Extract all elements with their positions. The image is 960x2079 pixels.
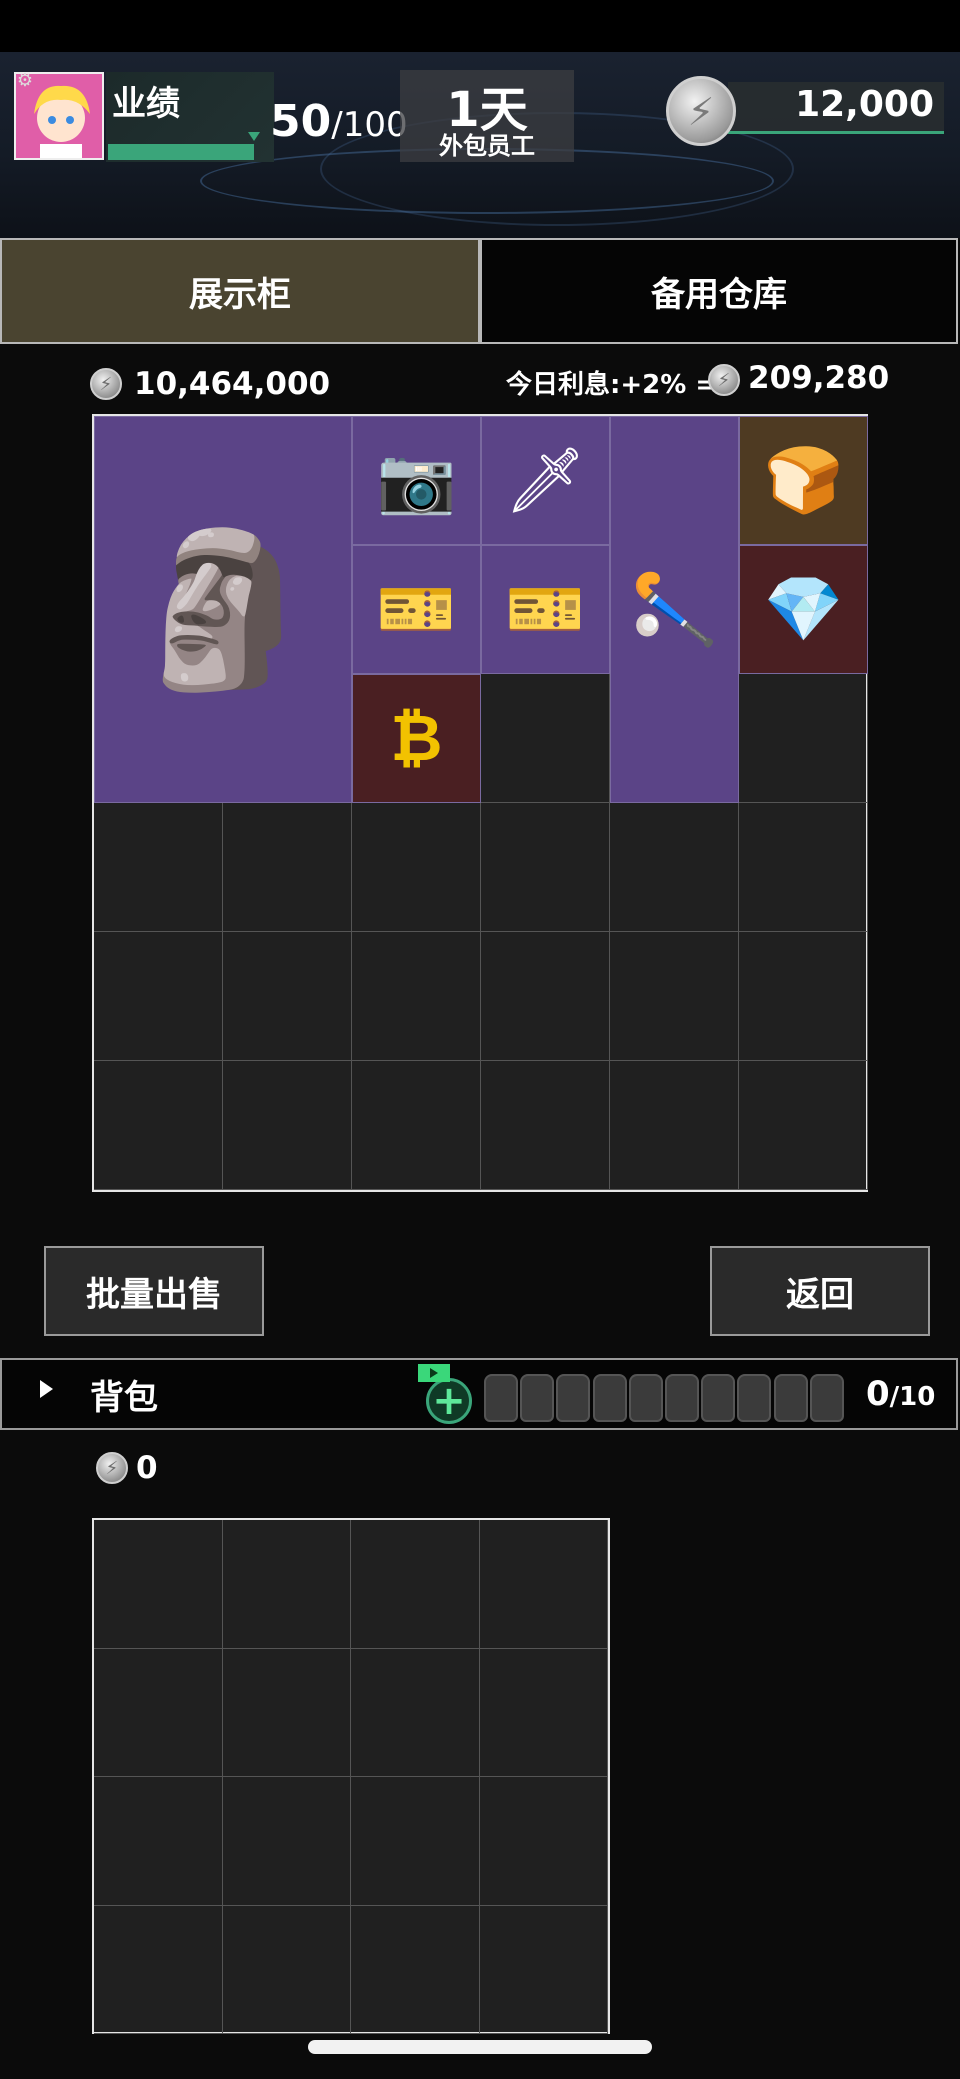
backpack-slot-icon bbox=[520, 1374, 555, 1422]
grid-cell[interactable] bbox=[94, 1777, 223, 1906]
grid-cell[interactable] bbox=[223, 803, 352, 932]
rainbow-crystal-icon: 💎 bbox=[763, 572, 844, 647]
performance-value: 50/100 bbox=[270, 96, 408, 147]
progress-marker-icon bbox=[248, 132, 260, 141]
grid-cell[interactable] bbox=[481, 803, 610, 932]
grid-cell[interactable] bbox=[352, 803, 481, 932]
grid-cell[interactable] bbox=[610, 1061, 739, 1190]
backpack-slot-icon bbox=[809, 1374, 844, 1422]
backpack-slot-icon bbox=[773, 1374, 808, 1422]
backpack-label: 背包 bbox=[90, 1378, 158, 1418]
grid-cell[interactable] bbox=[222, 1648, 351, 1777]
performance-max: /100 bbox=[331, 105, 408, 145]
backpack-slot-icon bbox=[665, 1374, 699, 1422]
showcase-grid: 🗿 📷 🗡 🏑 🍞 🎫 🎫 💎 ₿ bbox=[92, 414, 868, 1192]
grid-cell[interactable] bbox=[223, 932, 352, 1061]
grid-cell[interactable] bbox=[351, 1905, 480, 2034]
golden-staff-icon: 🏑 bbox=[633, 565, 716, 654]
coin-icon: ⚡ bbox=[96, 1452, 128, 1484]
grid-cell[interactable] bbox=[481, 674, 610, 803]
tab-showcase[interactable]: 展示柜 bbox=[0, 238, 480, 344]
grid-cell[interactable] bbox=[739, 1061, 868, 1190]
showcase-total-value: 10,464,000 bbox=[134, 366, 331, 402]
grid-cell[interactable] bbox=[351, 1520, 480, 1649]
gear-icon[interactable]: ⚙ bbox=[14, 70, 36, 92]
grid-cell[interactable] bbox=[739, 803, 868, 932]
grid-cell[interactable] bbox=[351, 1648, 480, 1777]
grid-cell[interactable] bbox=[481, 932, 610, 1061]
item-rainbow-crystal[interactable]: 💎 bbox=[739, 545, 868, 674]
backpack-count: 0/10 bbox=[866, 1374, 935, 1414]
video-ad-icon bbox=[418, 1364, 450, 1382]
backpack-grid bbox=[92, 1518, 610, 2034]
grid-cell[interactable] bbox=[479, 1520, 608, 1649]
music-card-2-icon: 🎫 bbox=[505, 572, 586, 647]
item-gold-bread[interactable]: 🍞 bbox=[739, 416, 868, 545]
grid-cell[interactable] bbox=[479, 1777, 608, 1906]
backpack-slot-icon bbox=[701, 1374, 736, 1422]
backpack-slot-icon bbox=[556, 1374, 591, 1422]
back-button[interactable]: 返回 bbox=[710, 1246, 930, 1336]
camera-scope-icon: 📷 bbox=[376, 443, 457, 518]
home-indicator bbox=[308, 2040, 652, 2054]
backpack-slot-icon bbox=[737, 1374, 772, 1422]
terracotta-warrior-rifle-icon: 🗿 bbox=[129, 522, 317, 697]
grid-cell[interactable] bbox=[94, 932, 223, 1061]
performance-current: 50 bbox=[270, 96, 332, 147]
backpack-value: 0 bbox=[136, 1450, 158, 1486]
grid-cell[interactable] bbox=[222, 1520, 351, 1649]
backpack-count-max: /10 bbox=[889, 1382, 936, 1412]
status-bar bbox=[0, 0, 960, 52]
grid-cell[interactable] bbox=[94, 1905, 223, 2034]
performance-progress-bar bbox=[108, 144, 254, 160]
item-bitcoin[interactable]: ₿ bbox=[352, 674, 481, 803]
employee-type: 外包员工 bbox=[439, 132, 535, 160]
item-golden-staff[interactable]: 🏑 bbox=[610, 416, 739, 803]
grid-cell[interactable] bbox=[222, 1905, 351, 2034]
coin-icon: ⚡ bbox=[666, 76, 736, 146]
grid-cell[interactable] bbox=[610, 932, 739, 1061]
grid-cell[interactable] bbox=[610, 803, 739, 932]
item-camera-scope[interactable]: 📷 bbox=[352, 416, 481, 545]
money-value: 12,000 bbox=[795, 84, 934, 125]
grid-cell[interactable] bbox=[94, 803, 223, 932]
add-slot-button[interactable]: + bbox=[426, 1378, 472, 1424]
coin-icon: ⚡ bbox=[708, 364, 740, 396]
interest-value: 209,280 bbox=[748, 360, 890, 396]
backpack-count-current: 0 bbox=[866, 1374, 890, 1414]
backpack-slot-icon bbox=[592, 1374, 627, 1422]
tab-storage[interactable]: 备用仓库 bbox=[480, 238, 958, 344]
grid-cell[interactable] bbox=[479, 1905, 608, 2034]
gold-bread-icon: 🍞 bbox=[763, 443, 844, 518]
grid-cell[interactable] bbox=[94, 1520, 223, 1649]
item-sword-keychain[interactable]: 🗡 bbox=[481, 416, 610, 545]
performance-label: 业绩 bbox=[112, 84, 180, 124]
grid-cell[interactable] bbox=[479, 1648, 608, 1777]
music-card-1-icon: 🎫 bbox=[376, 572, 457, 647]
grid-cell[interactable] bbox=[352, 932, 481, 1061]
backpack-slot-icon bbox=[628, 1374, 663, 1422]
grid-cell[interactable] bbox=[352, 1061, 481, 1190]
item-terracotta-warrior-rifle[interactable]: 🗿 bbox=[94, 416, 352, 803]
grid-cell[interactable] bbox=[739, 932, 868, 1061]
grid-cell[interactable] bbox=[222, 1777, 351, 1906]
backpack-slot-icon bbox=[484, 1374, 518, 1422]
grid-cell[interactable] bbox=[739, 674, 868, 803]
grid-cell[interactable] bbox=[351, 1777, 480, 1906]
grid-cell[interactable] bbox=[94, 1648, 223, 1777]
grid-cell[interactable] bbox=[481, 1061, 610, 1190]
coin-icon: ⚡ bbox=[90, 368, 122, 400]
grid-cell[interactable] bbox=[223, 1061, 352, 1190]
sword-keychain-icon: 🗡 bbox=[504, 443, 587, 518]
bitcoin-icon: ₿ bbox=[390, 701, 443, 776]
item-music-card-1[interactable]: 🎫 bbox=[352, 545, 481, 674]
item-music-card-2[interactable]: 🎫 bbox=[481, 545, 610, 674]
expand-arrow-icon[interactable] bbox=[40, 1380, 53, 1398]
interest-label: 今日利息:+2% = bbox=[506, 370, 718, 400]
grid-cell[interactable] bbox=[94, 1061, 223, 1190]
bulk-sell-button[interactable]: 批量出售 bbox=[44, 1246, 264, 1336]
